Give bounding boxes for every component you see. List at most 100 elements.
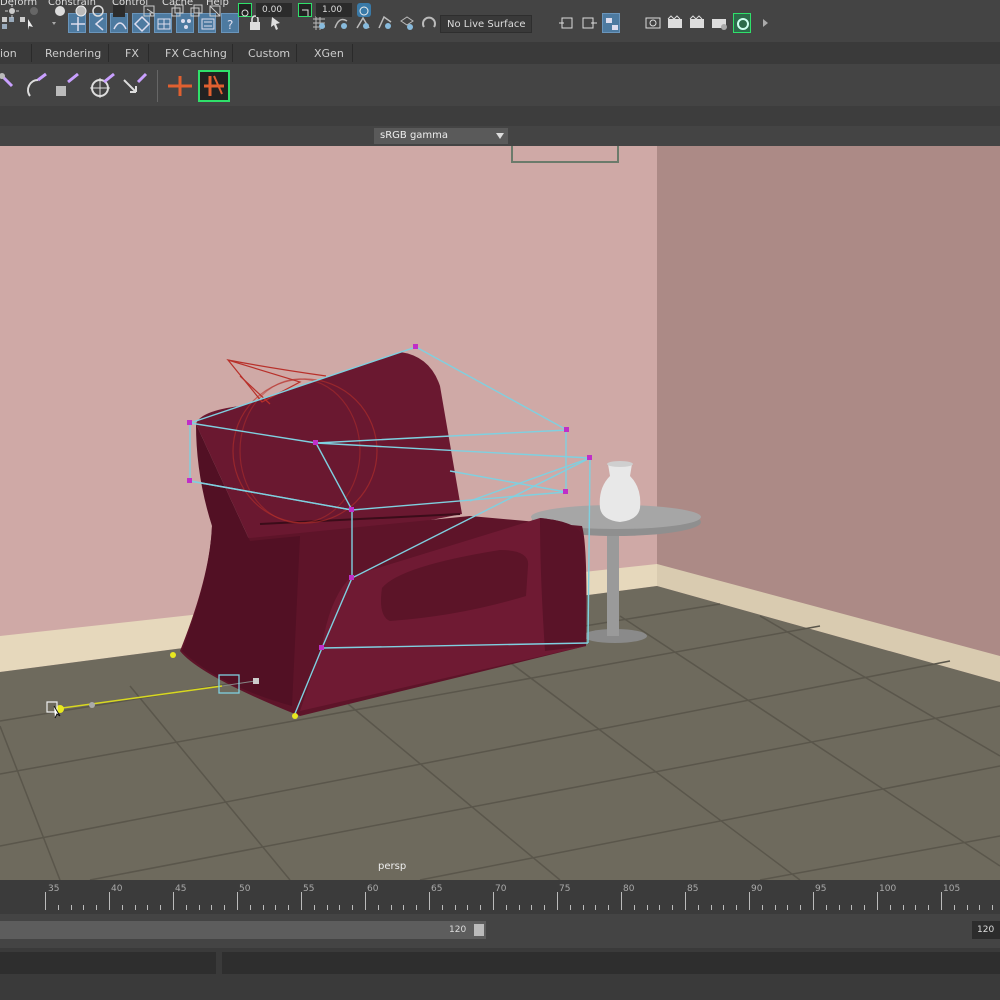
range-slider[interactable] [0, 921, 486, 939]
make-live-icon[interactable] [398, 13, 416, 33]
frame-tick [441, 905, 443, 910]
isolate-select-icon[interactable] [142, 3, 156, 17]
frame-tick [928, 905, 930, 910]
live-surface-field[interactable]: No Live Surface [440, 15, 532, 33]
xray-icon[interactable] [91, 3, 105, 17]
frame-tick [646, 905, 648, 910]
command-line-bar [0, 948, 1000, 1000]
xray-active-icon[interactable] [189, 3, 203, 17]
exposure-field[interactable]: 0.00 [256, 3, 292, 17]
ik-handle-icon[interactable] [20, 70, 52, 102]
tab-xgen[interactable]: XGen [314, 47, 344, 60]
frame-tick [518, 905, 520, 910]
output-ops-icon[interactable] [580, 13, 598, 33]
joint-tool-icon[interactable] [0, 70, 22, 102]
range-slider-bar: 120 120 [0, 914, 1000, 948]
gamma-icon[interactable] [298, 3, 312, 17]
frame-tick [237, 892, 238, 910]
color-management-icon[interactable] [357, 3, 371, 17]
frame-tick [800, 905, 802, 910]
lattice-icon[interactable] [198, 70, 230, 102]
frame-tick [454, 905, 456, 910]
magnet-icon[interactable] [420, 13, 438, 33]
light-icon[interactable] [5, 3, 19, 18]
tick-label: 35 [48, 884, 60, 894]
frame-tick [211, 905, 213, 910]
shelf [0, 64, 1000, 106]
render-view-icon[interactable] [644, 13, 662, 33]
range-slider-handle[interactable] [474, 924, 484, 936]
tab-fx-caching[interactable]: FX Caching [165, 47, 227, 60]
tick-label: 90 [751, 884, 763, 894]
input-ops-icon[interactable] [558, 13, 576, 33]
frame-tick [326, 905, 328, 910]
ipr-render-icon[interactable] [688, 13, 706, 33]
hypershade-icon[interactable] [733, 13, 751, 33]
frame-tick [262, 905, 264, 910]
move-skinned-joints-icon[interactable] [118, 70, 150, 102]
panel-menu-gap [0, 106, 1000, 126]
tick-label: 75 [559, 884, 571, 894]
smooth-shade-icon[interactable] [53, 3, 67, 17]
frame-tick [838, 905, 840, 910]
frame-tick [787, 905, 789, 910]
frame-tick [915, 905, 917, 910]
bind-skin-icon[interactable] [52, 70, 84, 102]
frame-tick [198, 905, 200, 910]
cluster-icon[interactable] [164, 70, 196, 102]
snap-view-plane-icon[interactable] [376, 13, 394, 33]
frame-tick [249, 905, 251, 910]
render-frame-icon[interactable] [666, 13, 684, 33]
frame-tick [710, 905, 712, 910]
frame-tick [57, 905, 59, 910]
frame-tick [966, 905, 968, 910]
shadow-icon[interactable] [27, 3, 41, 17]
select-by-misc-icon[interactable]: ? [221, 13, 239, 33]
tab-rendering[interactable]: Rendering [45, 47, 101, 60]
frame-tick [774, 905, 776, 910]
toolbar-expand-icon[interactable] [756, 13, 774, 33]
paint-weights-icon[interactable] [86, 70, 118, 102]
backface-culling-icon[interactable] [208, 3, 222, 17]
tick-label: 65 [431, 884, 443, 894]
frame-tick [301, 892, 302, 910]
gamma-field[interactable]: 1.00 [316, 3, 352, 17]
frame-tick [851, 905, 853, 910]
tab-animation[interactable]: ion [0, 47, 17, 60]
frame-tick [70, 905, 72, 910]
frame-tick [672, 905, 674, 910]
tick-label: 70 [495, 884, 507, 894]
textured-icon[interactable] [112, 3, 126, 17]
tick-label: 100 [879, 884, 897, 894]
frame-tick [992, 905, 994, 910]
tab-fx[interactable]: FX [125, 47, 139, 60]
command-input[interactable] [0, 952, 216, 974]
frame-tick [313, 905, 315, 910]
tab-custom[interactable]: Custom [248, 47, 290, 60]
tick-label: 85 [687, 884, 699, 894]
frame-tick [352, 905, 354, 910]
frame-tick [134, 905, 136, 910]
time-slider[interactable]: 35 40 45 50 55 60 65 70 75 80 85 90 95 1… [0, 880, 1000, 914]
frame-tick [121, 905, 123, 910]
frame-tick [902, 905, 904, 910]
camera-label: persp [378, 861, 407, 872]
frame-tick [365, 892, 366, 910]
frame-tick [275, 905, 277, 910]
frame-tick [531, 905, 533, 910]
end-time-field[interactable]: 120 [972, 921, 1000, 939]
wireframe-on-shaded-icon[interactable] [74, 3, 88, 17]
exposure-icon[interactable] [238, 3, 252, 17]
frame-tick [109, 892, 110, 910]
frame-tick [608, 905, 610, 910]
tick-label: 105 [943, 884, 961, 894]
view-transform-dropdown[interactable]: sRGB gamma [374, 128, 508, 144]
tick-label: 55 [303, 884, 315, 894]
frame-tick [685, 892, 686, 910]
construction-history-icon[interactable] [602, 13, 620, 33]
viewport-persp[interactable]: persp [0, 146, 1000, 880]
render-settings-icon[interactable] [710, 13, 728, 33]
frame-tick [377, 905, 379, 910]
range-end-label: 120 [449, 925, 467, 935]
xray-joints-icon[interactable] [170, 3, 184, 17]
